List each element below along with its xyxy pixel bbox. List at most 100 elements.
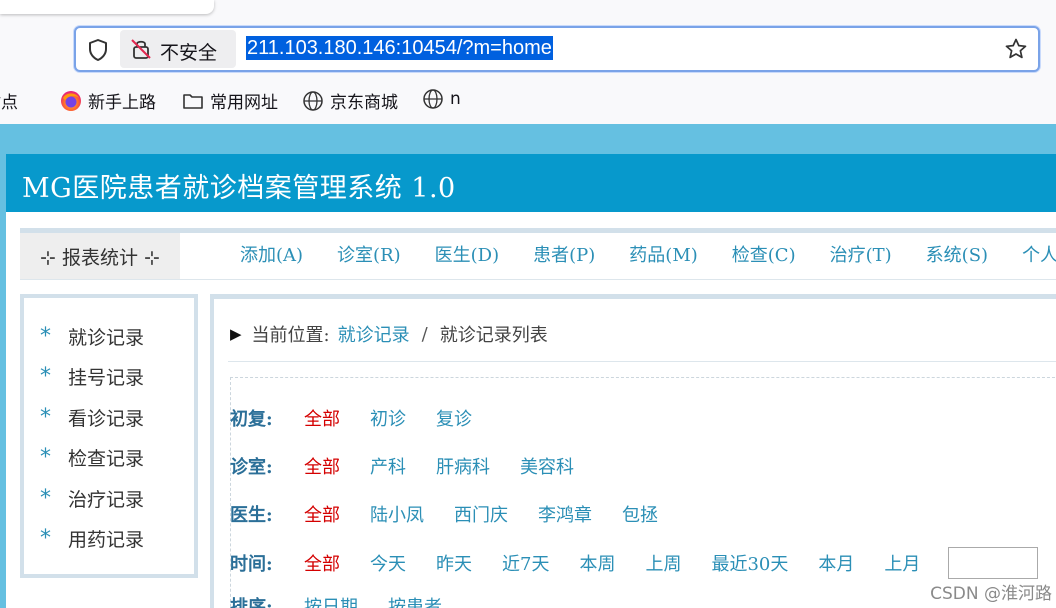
filter-option[interactable]: 肝病科 [436,453,490,479]
filter-label: 初复: [230,409,273,430]
sort-option[interactable]: 按患者 [388,593,442,608]
bookmark-item[interactable]: 站点 [0,88,18,113]
triangle-right-icon: ▶ [230,325,242,343]
menu-items: 添加(A) 诊室(R) 医生(D) 患者(P) 药品(M) 检查(C) 治疗(T… [240,241,1056,267]
filter-option[interactable]: 包拯 [622,501,658,527]
filter-option[interactable]: 最近30天 [711,550,788,576]
filter-row-doctor: 医生: 全部 陆小凤 西门庆 李鸿章 包拯 [230,501,688,527]
asterisk-icon: * [40,323,51,349]
bookmark-label: n [450,89,461,109]
url-text[interactable]: 211.103.180.146:10454/?m=home [246,36,553,60]
breadcrumb-current: 就诊记录列表 [439,325,548,346]
bookmark-label: 京东商城 [330,93,398,113]
filter-label: 时间: [230,554,273,575]
filter-option[interactable]: 陆小凤 [370,501,424,527]
filter-label: 诊室: [230,457,273,478]
report-stats-menu[interactable]: ⊹ 报表统计 ⊹ [20,233,180,279]
menu-treatment[interactable]: 治疗(T) [830,241,892,267]
sidebar: * 就诊记录 * 挂号记录 * 看诊记录 * 检查记录 * 治疗记录 * 用药记录 [20,294,198,578]
shield-icon[interactable] [86,38,110,62]
filter-option[interactable]: 复诊 [436,405,472,431]
sidebar-item-examination-records[interactable]: * 检查记录 [40,438,144,479]
menu-examination[interactable]: 检查(C) [732,241,796,267]
globe-icon [423,89,443,109]
filter-option[interactable]: 美容科 [520,453,574,479]
menu-system[interactable]: 系统(S) [926,241,988,267]
filter-option[interactable]: 西门庆 [454,501,508,527]
filter-option[interactable]: 李鸿章 [538,501,592,527]
breadcrumb-separator: / [421,323,428,345]
asterisk-icon: * [40,364,51,390]
filter-option[interactable]: 全部 [304,453,340,479]
bookmark-star-icon[interactable] [1004,37,1028,65]
asterisk-icon: * [40,485,51,511]
filter-option[interactable]: 本月 [818,550,854,576]
filter-option[interactable]: 产科 [370,453,406,479]
filter-option[interactable]: 全部 [304,501,340,527]
app-header: MG医院患者就诊档案管理系统 1.0 [6,154,1056,212]
filter-option[interactable]: 全部 [304,405,340,431]
menu-add[interactable]: 添加(A) [240,241,303,267]
filter-label: 排序: [230,597,273,608]
date-input[interactable] [948,547,1039,579]
breadcrumb-link[interactable]: 就诊记录 [338,321,410,347]
filter-option[interactable]: 上周 [645,550,681,576]
menu-personal[interactable]: 个人 [1022,241,1056,267]
sidebar-item-visit-records[interactable]: * 就诊记录 [40,316,144,357]
browser-tab[interactable] [0,0,214,14]
globe-icon [303,90,323,111]
watermark: CSDN @淮河路 [930,584,1052,604]
sidebar-item-registration-records[interactable]: * 挂号记录 [40,357,144,398]
lock-insecure-icon [131,39,151,59]
filter-option[interactable]: 本周 [579,550,615,576]
filter-option[interactable]: 全部 [304,550,340,576]
sidebar-item-label: 就诊记录 [68,326,145,349]
bookmark-label: 常用网址 [210,93,278,113]
bookmark-item[interactable]: 新手上路 [60,88,156,113]
bookmarks-toolbar: 站点 新手上路 常用网址 京东商城 [0,86,1056,116]
firefox-icon [61,90,81,111]
asterisk-icon: * [40,526,51,552]
filter-row-room: 诊室: 全部 产科 肝病科 美容科 [230,453,604,479]
main-menu-bar: ⊹ 报表统计 ⊹ 添加(A) 诊室(R) 医生(D) 患者(P) 药品(M) 检… [20,228,1056,280]
filter-row-sort: 排序: 按日期 按患者 [230,593,472,608]
filter-row-time: 时间: 全部 今天 昨天 近7天 本周 上周 最近30天 本月 上月 [230,547,1039,579]
menu-room[interactable]: 诊室(R) [337,241,401,267]
divider [228,361,1056,362]
sort-option[interactable]: 按日期 [304,593,358,608]
menu-patient[interactable]: 患者(P) [533,241,595,267]
connection-insecure-badge[interactable]: 不安全 [120,30,236,68]
sidebar-item-medication-records[interactable]: * 用药记录 [40,519,144,560]
bookmark-item[interactable]: n [422,88,461,110]
app-title: MG医院患者就诊档案管理系统 1.0 [22,173,456,204]
filter-option[interactable]: 上月 [884,550,920,576]
sidebar-item-consultation-records[interactable]: * 看诊记录 [40,397,144,438]
address-bar[interactable]: 不安全 211.103.180.146:10454/?m=home [74,26,1040,72]
content-panel: ▶ 当前位置: 就诊记录 / 就诊记录列表 初复: 全部 初诊 复诊 诊室: 全… [210,294,1056,608]
folder-icon [183,93,203,109]
bookmark-label: 新手上路 [88,93,156,113]
breadcrumb: ▶ 当前位置: 就诊记录 / 就诊记录列表 [230,321,548,347]
filter-option[interactable]: 初诊 [370,405,406,431]
sidebar-item-label: 检查记录 [68,448,145,471]
menu-medicine[interactable]: 药品(M) [629,241,697,267]
sidebar-item-label: 挂号记录 [68,367,145,390]
filter-row-visit-type: 初复: 全部 初诊 复诊 [230,405,502,431]
bookmark-item[interactable]: 京东商城 [302,88,398,113]
menu-doctor[interactable]: 医生(D) [435,241,499,267]
filter-option[interactable]: 近7天 [502,550,549,576]
asterisk-icon: * [40,404,51,430]
bookmark-folder[interactable]: 常用网址 [182,88,278,113]
sidebar-item-treatment-records[interactable]: * 治疗记录 [40,478,144,519]
browser-chrome: 不安全 211.103.180.146:10454/?m=home 站点 新手上… [0,0,1056,124]
asterisk-icon: * [40,445,51,471]
insecure-label: 不安全 [160,42,218,64]
sidebar-item-label: 治疗记录 [68,488,145,511]
filter-option[interactable]: 昨天 [436,550,472,576]
sidebar-item-label: 用药记录 [68,529,145,552]
bookmark-label: 站点 [0,93,18,113]
breadcrumb-prefix: 当前位置: [251,325,330,346]
sidebar-item-label: 看诊记录 [68,407,145,430]
filter-label: 医生: [230,505,273,526]
filter-option[interactable]: 今天 [370,550,406,576]
